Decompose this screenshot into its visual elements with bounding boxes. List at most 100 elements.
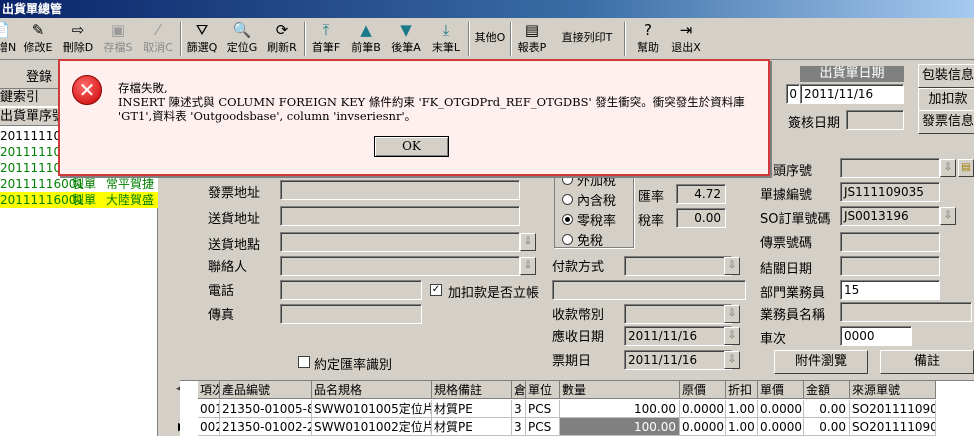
table-cell[interactable]: 材質PE <box>432 418 512 436</box>
list-item[interactable]: 20111116001 製單 常平賀捷 <box>0 176 158 192</box>
head-seq-field[interactable] <box>840 158 940 178</box>
table-cell[interactable]: 100.00 <box>560 400 680 418</box>
last-record-button[interactable]: ⤓ 末筆L <box>428 20 464 58</box>
grid-column-header[interactable]: 原價 <box>680 381 726 399</box>
delete-button[interactable]: ⇨ 刪除D <box>60 20 96 58</box>
table-cell[interactable]: 002 <box>198 418 220 436</box>
receivable-date-field[interactable]: 2011/11/16 <box>624 326 732 346</box>
approve-date-field[interactable] <box>846 110 904 130</box>
tab-browse[interactable]: 登錄 <box>26 66 52 85</box>
payment-method-desc-field[interactable] <box>552 280 746 300</box>
grid-column-header[interactable]: 品名規格 <box>312 381 432 399</box>
head-seq-dropdown[interactable]: ⇩ <box>940 159 956 177</box>
close-date-field[interactable] <box>840 256 940 276</box>
so-no-dropdown[interactable]: ⇩ <box>940 207 956 225</box>
bill-date-dropdown[interactable]: ⇩ <box>724 351 740 369</box>
doc-no-field[interactable]: JS111109035 <box>840 182 940 202</box>
date-index-field[interactable]: 0 <box>786 84 800 104</box>
table-cell[interactable]: 0.0000 <box>758 400 804 418</box>
grid-column-header[interactable]: 倉 <box>512 381 526 399</box>
refresh-button[interactable]: ⟳ 刷新R <box>264 20 300 58</box>
currency-field[interactable] <box>624 304 732 324</box>
table-cell[interactable]: SO20111109035 <box>850 400 936 418</box>
grid-column-header[interactable]: 來源單號 <box>850 381 936 399</box>
tax-rate-field[interactable]: 0.00 <box>676 208 726 228</box>
table-cell[interactable]: 21350-01002-2 <box>220 418 312 436</box>
payment-method-dropdown[interactable]: ⇩ <box>724 257 740 275</box>
table-cell[interactable]: 0.0000 <box>680 400 726 418</box>
table-cell[interactable]: 001 <box>198 400 220 418</box>
filter-button[interactable]: ⛛ 篩選Q <box>184 20 220 58</box>
report-button[interactable]: ▤ 報表P <box>514 20 550 58</box>
grid-column-header[interactable]: 折扣 <box>726 381 758 399</box>
new-button[interactable]: 📄新增N <box>0 20 16 58</box>
locate-button[interactable]: 🔍 定位G <box>224 20 260 58</box>
so-no-field[interactable]: JS0013196 <box>840 206 940 226</box>
currency-dropdown[interactable]: ⇩ <box>724 305 740 323</box>
exit-button[interactable]: ⇥ 退出X <box>668 20 704 58</box>
ok-button[interactable]: OK <box>374 136 449 157</box>
exchange-rate-field[interactable]: 4.72 <box>676 184 726 204</box>
table-cell[interactable]: SWW0101002定位片/ <box>312 418 432 436</box>
ship-date-field[interactable]: 2011/11/16 <box>800 84 904 104</box>
receivable-date-dropdown[interactable]: ⇩ <box>724 327 740 345</box>
grid-column-header[interactable]: 單位 <box>526 381 560 399</box>
bill-date-field[interactable]: 2011/11/16 <box>624 350 732 370</box>
table-cell[interactable]: 21350-01005-8 <box>220 400 312 418</box>
next-record-button[interactable]: ▼ 後筆A <box>388 20 424 58</box>
contact-field[interactable] <box>280 256 520 276</box>
table-cell[interactable]: 100.00 <box>560 418 680 436</box>
grid-column-header[interactable]: 產品編號 <box>220 381 312 399</box>
vehicle-field[interactable]: 0000 <box>840 326 912 346</box>
invoice-address-field[interactable] <box>280 180 520 200</box>
table-cell[interactable]: PCS <box>526 418 560 436</box>
tax-option-3[interactable]: 免稅 <box>562 230 603 249</box>
table-cell[interactable]: SO20111109035 <box>850 418 936 436</box>
table-cell[interactable]: 1.00 <box>726 400 758 418</box>
first-record-button[interactable]: ⤒ 首筆F <box>308 20 344 58</box>
fixed-rate-checkbox[interactable] <box>298 356 310 368</box>
table-cell[interactable]: SWW0101005定位片/ <box>312 400 432 418</box>
grid-column-header[interactable]: 金額 <box>804 381 850 399</box>
save-button[interactable]: ▣ 存檔S <box>100 20 136 58</box>
table-cell[interactable]: 0.0000 <box>680 418 726 436</box>
attachment-browse-button[interactable]: 附件瀏覽 <box>774 350 868 374</box>
table-cell[interactable]: 材質PE <box>432 400 512 418</box>
grid-column-header[interactable]: 數量 <box>560 381 680 399</box>
ship-location-field[interactable] <box>280 232 520 252</box>
salesperson-field[interactable]: 15 <box>840 280 940 300</box>
ship-location-dropdown[interactable]: ⇩ <box>520 233 536 251</box>
previous-record-button[interactable]: ▲ 前筆B <box>348 20 384 58</box>
cancel-button[interactable]: ⁄ 取消C <box>140 20 176 58</box>
help-button[interactable]: ? 幫助 <box>630 20 666 58</box>
table-cell[interactable]: 1.00 <box>726 418 758 436</box>
edit-button[interactable]: ✎ 修改E <box>20 20 56 58</box>
table-cell[interactable]: 3 <box>512 400 526 418</box>
contact-dropdown[interactable]: ⇩ <box>520 257 536 275</box>
deduction-checkbox[interactable]: ✓ <box>430 284 442 296</box>
list-item-status: 製單 <box>72 193 97 207</box>
tax-rate-label: 稅率 <box>638 214 665 229</box>
table-cell[interactable]: 3 <box>512 418 526 436</box>
fax-field[interactable] <box>280 304 422 324</box>
payment-method-field[interactable] <box>624 256 732 276</box>
deduction-button[interactable]: 加扣款 <box>918 88 974 112</box>
salesperson-name-field[interactable] <box>840 302 972 322</box>
table-cell[interactable]: 0.00 <box>804 418 850 436</box>
table-cell[interactable]: 0.00 <box>804 400 850 418</box>
phone-field[interactable] <box>280 280 422 300</box>
list-item[interactable]: 20111116001 製單 大陸賀盛 <box>0 192 158 208</box>
invoice-info-button[interactable]: 發票信息 <box>918 110 974 134</box>
tax-option-1[interactable]: 內含稅 <box>562 190 616 209</box>
ship-address-field[interactable] <box>280 206 520 226</box>
table-cell[interactable]: 0.0000 <box>758 418 804 436</box>
head-seq-lookup[interactable]: ▤ <box>958 159 974 177</box>
packing-info-button[interactable]: 包裝信息 <box>918 64 974 88</box>
grid-column-header[interactable]: 規格備註 <box>432 381 512 399</box>
grid-column-header[interactable]: 單價 <box>758 381 804 399</box>
voucher-no-field[interactable] <box>840 232 940 252</box>
notes-button[interactable]: 備註 <box>880 350 974 374</box>
table-cell[interactable]: PCS <box>526 400 560 418</box>
grid-column-header[interactable]: 項次 <box>198 381 220 399</box>
tax-option-2[interactable]: 零稅率 <box>562 210 616 229</box>
